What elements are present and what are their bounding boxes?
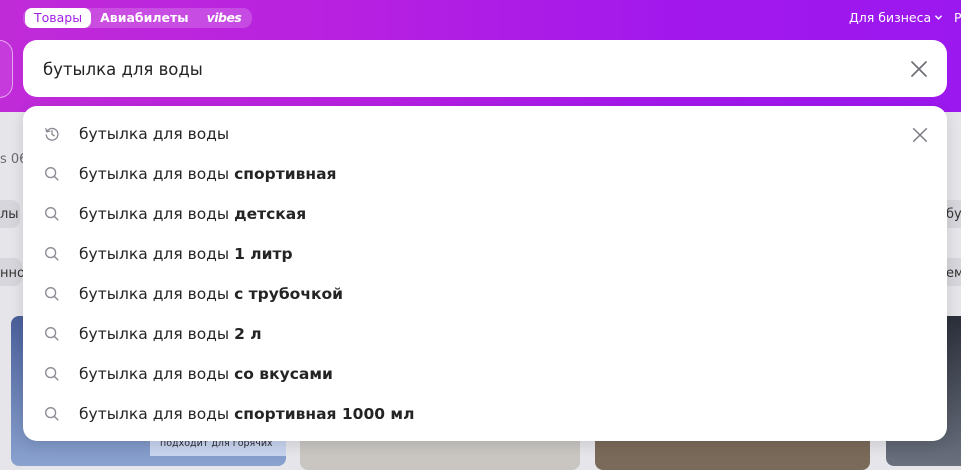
suggestion-text: бутылка для воды: [79, 325, 235, 343]
bg-fragment-text: ем: [946, 266, 961, 281]
search-icon: [45, 247, 59, 261]
catalog-button[interactable]: [0, 40, 13, 98]
chevron-down-icon: [935, 15, 943, 20]
search-input[interactable]: [43, 58, 863, 80]
for-business-menu[interactable]: Для бизнеса: [849, 10, 943, 25]
suggestion-item[interactable]: бутылка для воды 1 литр: [23, 234, 947, 274]
suggestion-bold: со вкусами: [234, 365, 333, 383]
search-icon: [45, 167, 59, 181]
suggestion-text: бутылка для воды: [79, 405, 235, 423]
suggestion-bold: спортивная 1000 мл: [234, 405, 415, 423]
suggestion-bold: 2 л: [234, 325, 262, 343]
header-cut-link[interactable]: Р: [954, 10, 961, 25]
search-icon: [45, 367, 59, 381]
tab-goods[interactable]: Товары: [25, 8, 92, 28]
search-icon: [45, 327, 59, 341]
suggestion-bold: детская: [234, 205, 307, 223]
close-icon[interactable]: [909, 59, 929, 79]
suggestion-item[interactable]: бутылка для воды спортивная: [23, 154, 947, 194]
suggestion-text: бутылка для воды: [79, 285, 235, 303]
suggestions-dropdown: бутылка для воды бутылка для воды спорти…: [23, 106, 947, 441]
suggestion-text: бутылка для воды: [79, 245, 235, 263]
suggestion-text: бутылка для воды: [79, 205, 235, 223]
suggestion-bold: с трубочкой: [234, 285, 343, 303]
suggestion-text: бутылка для воды: [79, 165, 235, 183]
search-icon: [45, 207, 59, 221]
bg-fragment-text: бу: [946, 207, 961, 222]
search-icon: [45, 407, 59, 421]
tab-flights[interactable]: Авиабилеты: [91, 8, 197, 28]
history-icon: [45, 127, 59, 141]
suggestion-bold: 1 литр: [234, 245, 293, 263]
suggestion-bold: спортивная: [234, 165, 337, 183]
bg-fragment-text: лы: [0, 207, 19, 222]
suggestion-item[interactable]: бутылка для воды детская: [23, 194, 947, 234]
suggestion-text: бутылка для воды: [79, 125, 230, 143]
remove-icon[interactable]: [911, 126, 929, 144]
suggestion-item[interactable]: бутылка для воды: [23, 114, 947, 154]
service-tabs: Товары Авиабилеты vibes: [23, 8, 253, 28]
suggestion-item[interactable]: бутылка для воды со вкусами: [23, 354, 947, 394]
search-icon: [45, 287, 59, 301]
for-business-label: Для бизнеса: [849, 10, 932, 25]
tab-vibes[interactable]: vibes: [198, 8, 251, 28]
suggestion-item[interactable]: бутылка для воды 2 л: [23, 314, 947, 354]
suggestion-item[interactable]: бутылка для воды спортивная 1000 мл: [23, 394, 947, 434]
search-box: [23, 40, 947, 97]
suggestion-text: бутылка для воды: [79, 365, 235, 383]
suggestion-item[interactable]: бутылка для воды с трубочкой: [23, 274, 947, 314]
